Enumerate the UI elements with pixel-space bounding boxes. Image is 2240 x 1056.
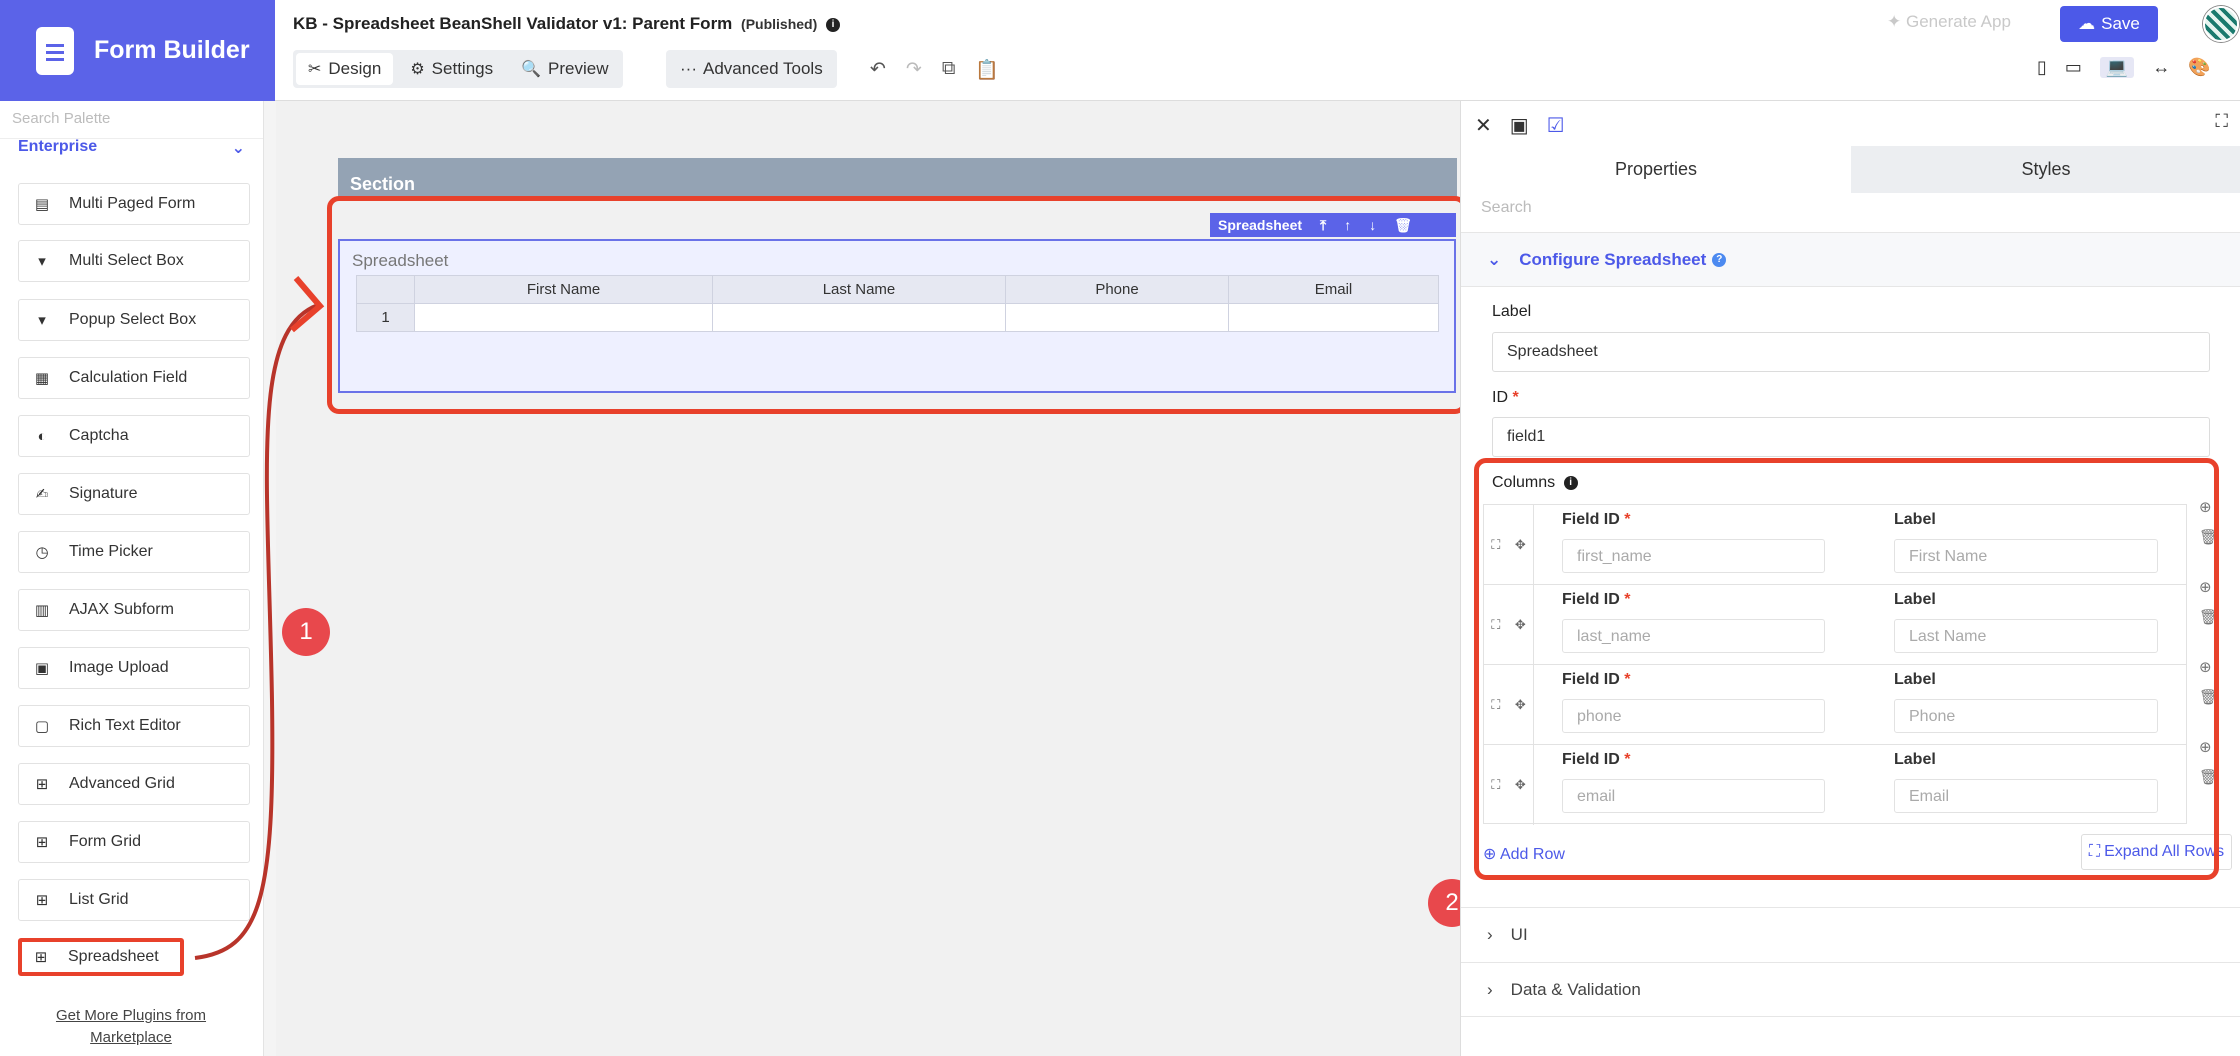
close-icon[interactable]: ✕ xyxy=(1475,113,1492,138)
fullscreen-icon[interactable]: ⛶ xyxy=(2215,111,2228,132)
help-icon[interactable]: ? xyxy=(1712,252,1727,267)
chevron-down-icon: ⌄ xyxy=(1487,249,1502,269)
label-input[interactable]: Spreadsheet xyxy=(1492,332,2210,372)
properties-search-input[interactable]: Search xyxy=(1481,199,1532,217)
id-field-label: ID * xyxy=(1492,389,1519,407)
checkbox-icon[interactable]: ☑ xyxy=(1547,113,1565,138)
ui-section[interactable]: › UI xyxy=(1461,907,2240,962)
id-input[interactable]: field1 xyxy=(1492,417,2210,457)
required-mark: * xyxy=(1512,389,1519,406)
panel-toolbar: ✕ ▣ ☑ xyxy=(1475,113,1565,138)
label-field-label: Label xyxy=(1492,303,1532,320)
tab-properties[interactable]: Properties xyxy=(1461,146,1851,193)
highlight-columns-editor xyxy=(1474,458,2219,880)
panel-tabs: Properties Styles xyxy=(1461,146,2240,193)
id-label-text: ID xyxy=(1492,389,1508,406)
chevron-right-icon: › xyxy=(1487,925,1493,944)
data-validation-section[interactable]: › Data & Validation xyxy=(1461,962,2240,1017)
layout-icon[interactable]: ▣ xyxy=(1510,113,1529,138)
configure-section-title: Configure Spreadsheet xyxy=(1519,249,1707,269)
data-validation-section-title: Data & Validation xyxy=(1510,979,1641,999)
annotation-badge-1: 1 xyxy=(282,608,330,656)
tab-styles[interactable]: Styles xyxy=(1851,146,2240,193)
ui-section-title: UI xyxy=(1510,925,1528,944)
chevron-right-icon: › xyxy=(1487,979,1493,999)
configure-spreadsheet-section[interactable]: ⌄ Configure Spreadsheet ? xyxy=(1461,232,2240,287)
